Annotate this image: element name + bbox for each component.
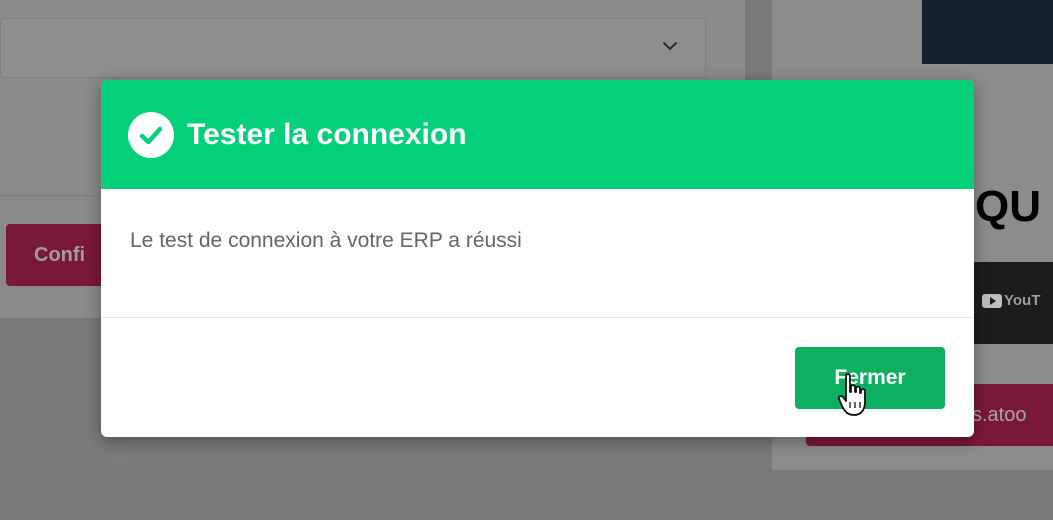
close-button[interactable]: Fermer	[795, 347, 945, 409]
background-heading: QU	[975, 182, 1041, 231]
youtube-text: YouT	[1004, 292, 1041, 309]
background-dark-banner	[922, 0, 1053, 64]
modal-message: Le test de connexion à votre ERP a réuss…	[130, 229, 522, 252]
connection-test-modal: Tester la connexion Le test de connexion…	[101, 80, 974, 437]
page: Confi QU YouT s.atoo Tester la connexion…	[0, 0, 1053, 520]
chevron-down-icon	[663, 42, 677, 50]
check-circle-icon	[128, 112, 174, 158]
modal-header: Tester la connexion	[101, 80, 974, 189]
background-youtube-label: YouT	[982, 292, 1040, 309]
youtube-icon	[982, 294, 1002, 309]
modal-title: Tester la connexion	[187, 118, 467, 151]
modal-footer-divider	[101, 317, 974, 318]
background-dropdown[interactable]	[0, 18, 706, 78]
